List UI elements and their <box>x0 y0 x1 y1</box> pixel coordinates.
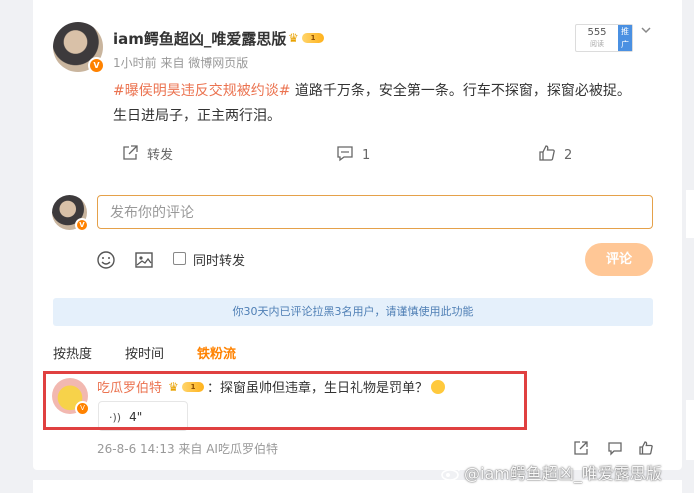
post-body: #曝侯明昊违反交规被约谈# 道路千万条，安全第一条。行车不探窗，探窗必被捉。生日… <box>113 79 643 129</box>
image-icon[interactable] <box>134 250 154 270</box>
forward-label: 转发 <box>147 148 174 163</box>
repost-label[interactable]: 同时转发 <box>193 250 245 269</box>
author-avatar[interactable]: V <box>53 22 105 74</box>
comment-icon <box>337 146 353 162</box>
comment-button[interactable]: 1 <box>336 144 370 164</box>
views-label: 阅读 <box>590 40 604 48</box>
side-panel-fragment <box>686 190 694 238</box>
highlight-frame <box>43 371 527 430</box>
crown-icon: ♛ <box>288 31 299 45</box>
repost-checkbox[interactable] <box>173 252 186 265</box>
share-icon[interactable] <box>573 440 589 456</box>
vip-badge[interactable]: ♛ 1 <box>288 31 326 45</box>
post-source: 来自 微博网页版 <box>160 56 249 70</box>
verified-icon: V <box>75 218 89 232</box>
weibo-logo-icon <box>441 466 460 481</box>
post-time[interactable]: 1小时前 <box>113 56 157 70</box>
vip-level: 1 <box>302 33 324 43</box>
reply-icon[interactable] <box>607 440 623 456</box>
verified-icon: V <box>88 57 105 74</box>
tab-by-time[interactable]: 按时间 <box>125 343 164 362</box>
comment-count: 1 <box>362 148 371 163</box>
thumbs-up-icon <box>539 145 555 161</box>
author-name[interactable]: iam鳄鱼超凶_唯爱露思版 <box>113 28 286 49</box>
thumbs-up-icon[interactable] <box>638 440 654 456</box>
comment-meta: 26-8-6 14:13 来自 AI吃瓜罗伯特 <box>97 442 278 456</box>
forward-button[interactable]: 转发 <box>121 144 173 164</box>
watermark: @iam鳄鱼超凶_唯爱露思版 <box>440 460 662 484</box>
side-panel-fragment <box>686 400 694 460</box>
tab-by-popularity[interactable]: 按热度 <box>53 343 92 362</box>
blocklist-notice: 你30天内已评论拉黑3名用户，请谨慎使用此功能 <box>53 298 653 326</box>
like-button[interactable]: 2 <box>538 144 572 164</box>
comment-input[interactable]: 发布你的评论 <box>97 195 653 229</box>
submit-comment-button[interactable]: 评论 <box>585 243 653 276</box>
tab-loyal-fans[interactable]: 铁粉流 <box>197 343 236 362</box>
watermark-text: @iam鳄鱼超凶_唯爱露思版 <box>464 464 662 483</box>
my-avatar[interactable]: V <box>52 195 89 232</box>
chevron-down-icon[interactable] <box>640 24 652 36</box>
post-meta: 1小时前 来自 微博网页版 <box>113 54 248 71</box>
right-gutter <box>682 0 694 493</box>
like-count: 2 <box>564 148 573 163</box>
forward-icon <box>123 145 138 160</box>
hashtag-link[interactable]: #曝侯明昊违反交规被约谈# <box>113 83 290 99</box>
views-count: 555 <box>587 27 607 38</box>
promote-button[interactable]: 推广 <box>618 25 632 51</box>
views-promote-widget[interactable]: 555 阅读 推广 <box>575 24 633 52</box>
emoji-icon[interactable] <box>96 250 116 270</box>
